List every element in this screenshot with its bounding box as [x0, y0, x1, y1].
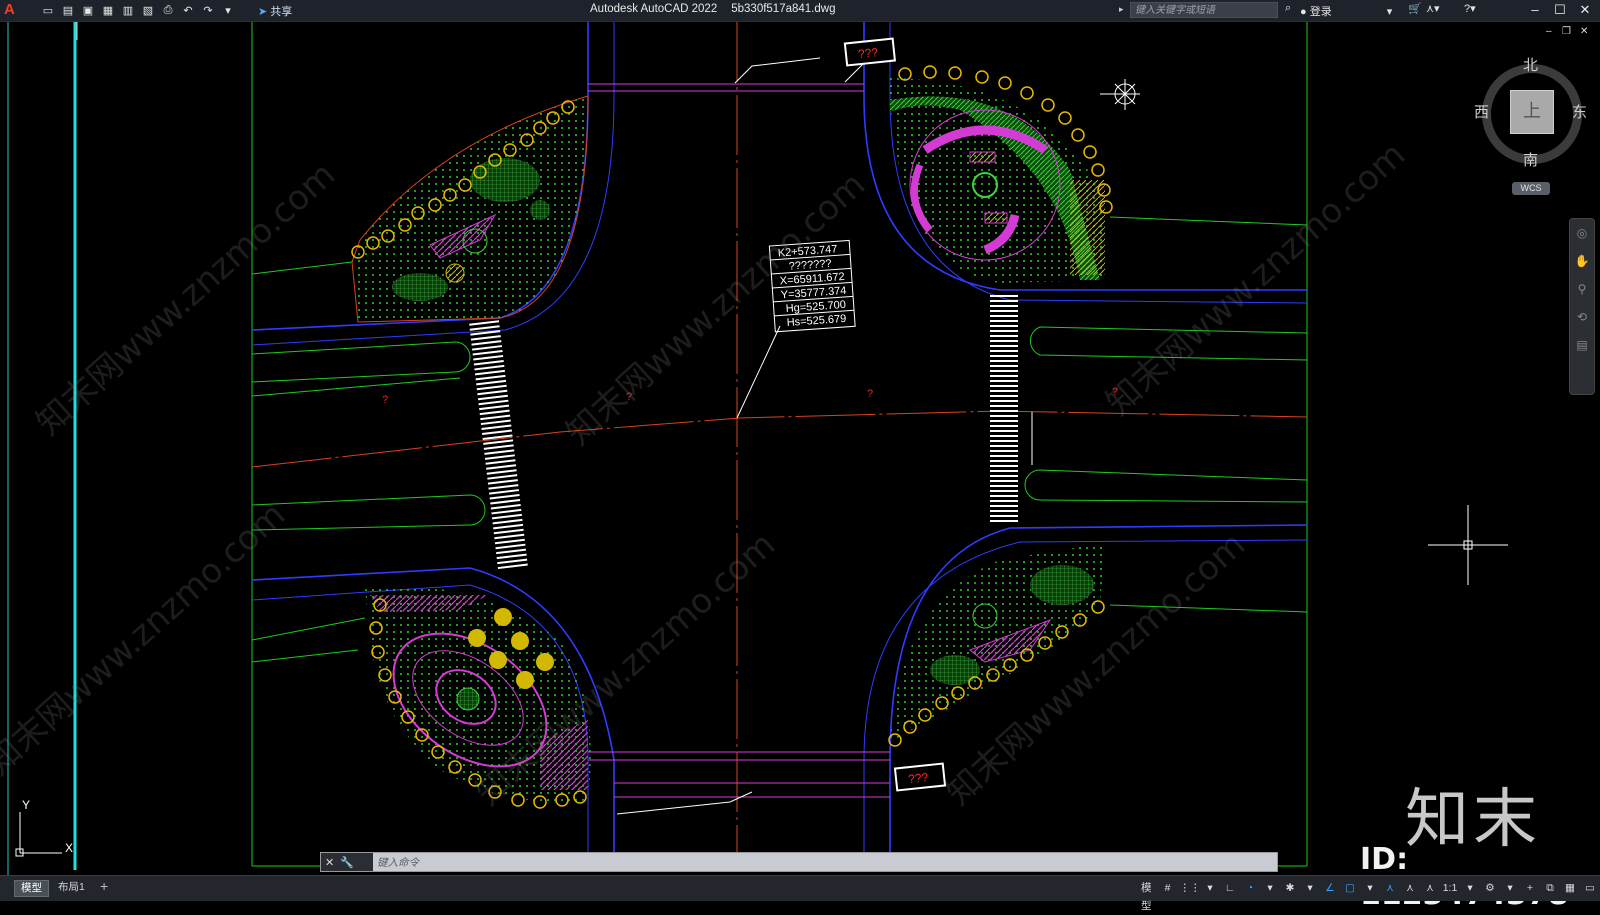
cart-icon[interactable]: 🛒 [1408, 2, 1422, 15]
drawing-restore-button[interactable]: ❐ [1562, 26, 1571, 37]
quick-access-toolbar: ▭ ▤ ▣ ▦ ▥ ▧ ⎙ ↶ ↷ ▾ [40, 2, 236, 18]
save-web-icon[interactable]: ▧ [140, 2, 156, 18]
command-input[interactable]: 键入命令 [377, 855, 419, 870]
compass-east[interactable]: 东 [1572, 101, 1587, 122]
chevron-down-icon[interactable]: ▾ [1261, 879, 1279, 897]
snap-icon[interactable]: ⋮⋮ [1179, 879, 1201, 897]
showmotion-icon[interactable]: ▤ [1570, 331, 1594, 359]
customize-qat-icon[interactable]: ▾ [220, 2, 236, 18]
search-expand-icon[interactable]: ▸ [1119, 4, 1124, 15]
drawing-close-button[interactable]: ✕ [1580, 26, 1588, 37]
steering-wheel-icon[interactable]: ◎ [1570, 219, 1594, 247]
search-icon[interactable]: ⌕ [1285, 2, 1291, 15]
login-button[interactable]: ● 登录 ▾ [1300, 3, 1392, 19]
clean-screen-icon[interactable]: ▭ [1581, 879, 1599, 897]
ortho-icon[interactable]: ∟ [1221, 879, 1239, 897]
autoscale-icon[interactable]: ⋏ [1401, 879, 1419, 897]
chevron-down-icon[interactable]: ▾ [1461, 879, 1479, 897]
annotation-scale-icon[interactable]: ⋏ [1421, 879, 1439, 897]
autocad-logo-icon[interactable]: A [4, 1, 22, 19]
chevron-down-icon: ▾ [1386, 6, 1393, 18]
plot-icon[interactable]: ⎙ [160, 2, 176, 18]
redo-icon[interactable]: ↷ [200, 2, 216, 18]
plus-icon[interactable]: + [1521, 879, 1539, 897]
wrench-icon[interactable]: 🔧 [340, 856, 354, 869]
object-snap-tracking-icon[interactable]: ∠ [1321, 879, 1339, 897]
hardware-acceleration-icon[interactable]: ▦ [1561, 879, 1579, 897]
share-button[interactable]: ➤ 共享 [258, 3, 292, 19]
pan-icon[interactable]: ✋ [1570, 247, 1594, 275]
gear-icon[interactable]: ⚙ [1481, 879, 1499, 897]
close-button[interactable]: ✕ [1574, 1, 1596, 19]
model-space-button[interactable]: 模型 [1136, 879, 1157, 912]
ucs-icon: Y X [15, 798, 73, 857]
new-file-icon[interactable]: ▭ [40, 2, 56, 18]
command-line: ✕ 🔧 键入命令 [320, 852, 1278, 872]
status-bar: 模型 布局1 + 模型 # ⋮⋮ ▾ ∟ ◔ ▾ ✱ ▾ ∠ ▢ ▾ ⋏ ⋏ ⋏… [0, 875, 1600, 912]
zoom-icon[interactable]: ⚲ [1570, 275, 1594, 303]
svg-text:X: X [65, 841, 73, 855]
window-title: Autodesk AutoCAD 2022 5b330f517a841.dwg [590, 3, 836, 15]
compass-west[interactable]: 西 [1474, 101, 1489, 122]
open-web-icon[interactable]: ▥ [120, 2, 136, 18]
autodesk-app-icon[interactable]: ⋏▾ [1426, 2, 1440, 15]
red-question-mark: ? [867, 388, 873, 400]
polar-icon[interactable]: ◔ [1241, 879, 1259, 897]
save-as-icon[interactable]: ▦ [100, 2, 116, 18]
grid-icon[interactable]: # [1159, 879, 1177, 897]
tab-model[interactable]: 模型 [14, 880, 49, 897]
search-input[interactable]: 键入关键字或短语 [1130, 2, 1278, 18]
share-icon: ➤ [258, 6, 268, 18]
undo-icon[interactable]: ↶ [180, 2, 196, 18]
svg-text:???: ??? [857, 45, 879, 61]
isolate-objects-icon[interactable]: ⧉ [1541, 879, 1559, 897]
chevron-down-icon[interactable]: ▾ [1501, 879, 1519, 897]
help-icon[interactable]: ?▾ [1464, 2, 1476, 15]
orbit-icon[interactable]: ⟲ [1570, 303, 1594, 331]
crosswalk-left [469, 320, 528, 570]
minimize-button[interactable]: – [1524, 1, 1546, 19]
chevron-down-icon[interactable]: ▾ [1301, 879, 1319, 897]
north-arrow-icon [1100, 79, 1140, 110]
annotation-visibility-icon[interactable]: ⋏ [1381, 879, 1399, 897]
navigation-bar: ◎ ✋ ⚲ ⟲ ▤ [1569, 218, 1595, 395]
viewcube-top-face[interactable]: 上 [1510, 90, 1554, 134]
svg-text:???: ??? [907, 770, 929, 786]
save-icon[interactable]: ▣ [80, 2, 96, 18]
red-question-mark: ? [382, 394, 388, 406]
tab-layout1[interactable]: 布局1 [52, 880, 91, 895]
annotation-scale-value[interactable]: 1:1 [1441, 879, 1459, 897]
open-file-icon[interactable]: ▤ [60, 2, 76, 18]
add-layout-button[interactable]: + [100, 878, 108, 894]
svg-text:Y: Y [22, 798, 30, 812]
close-icon[interactable]: ✕ [325, 856, 334, 869]
compass-south[interactable]: 南 [1523, 149, 1538, 170]
chevron-down-icon[interactable]: ▾ [1201, 879, 1219, 897]
status-bar-tools: 模型 # ⋮⋮ ▾ ∟ ◔ ▾ ✱ ▾ ∠ ▢ ▾ ⋏ ⋏ ⋏ 1:1 ▾ ⚙ … [1136, 879, 1600, 912]
unknown-tag-top: ??? [843, 37, 897, 67]
wcs-menu-button[interactable]: WCS [1512, 182, 1550, 195]
maximize-button[interactable]: ☐ [1549, 1, 1571, 19]
object-snap-icon[interactable]: ▢ [1341, 879, 1359, 897]
drawing-canvas[interactable]: K2+573.747 ??????? X=65911.672 Y=35777.3… [0, 22, 1600, 875]
isodraft-icon[interactable]: ✱ [1281, 879, 1299, 897]
chevron-down-icon[interactable]: ▾ [1361, 879, 1379, 897]
title-bar: A ▭ ▤ ▣ ▦ ▥ ▧ ⎙ ↶ ↷ ▾ ➤ 共享 Autodesk AutoC… [0, 0, 1600, 22]
crosshair-cursor [1428, 505, 1508, 585]
compass-north[interactable]: 北 [1523, 54, 1538, 75]
command-line-controls: ✕ 🔧 [321, 853, 373, 871]
user-icon: ● [1300, 6, 1307, 18]
drawing-minimize-button[interactable]: – [1546, 26, 1552, 37]
planting-bed-nw [351, 95, 589, 323]
viewcube[interactable]: 上 北 南 西 东 [1474, 56, 1587, 170]
planting-bed-ne [890, 78, 1105, 283]
